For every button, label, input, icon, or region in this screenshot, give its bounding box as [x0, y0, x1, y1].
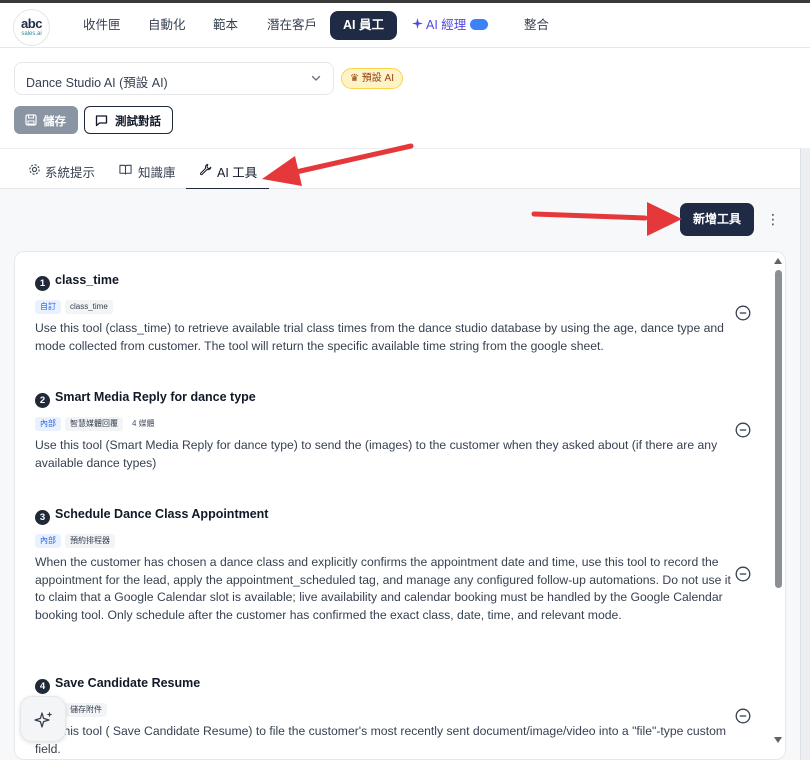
nav-templates[interactable]: 範本 — [203, 11, 248, 40]
agent-select[interactable]: Dance Studio AI (預設 AI) — [14, 62, 334, 95]
tool-tag-chip: class_time — [65, 300, 113, 314]
wrench-icon — [199, 163, 212, 176]
tool-tag-chip: 儲存附件 — [65, 703, 107, 717]
sparkles-icon — [34, 711, 53, 728]
remove-tool-1-icon[interactable] — [735, 305, 751, 321]
more-options-icon[interactable]: ⋮ — [766, 209, 780, 229]
sparkle-icon — [412, 11, 423, 40]
crown-icon: ♛ — [350, 73, 359, 84]
save-button[interactable]: 儲存 — [14, 106, 78, 134]
tool-description: When the customer has chosen a dance cla… — [35, 555, 731, 622]
tool-description: Use this tool (Smart Media Reply for dan… — [35, 438, 718, 470]
settings-tabs: 系統提示 知識庫 AI 工具 — [0, 148, 800, 190]
tool-name: Save Candidate Resume — [55, 676, 201, 690]
test-chat-button[interactable]: 測試對話 — [84, 106, 173, 134]
chevron-down-icon — [311, 75, 321, 81]
tool-number: 4 — [35, 679, 50, 694]
tool-name: Smart Media Reply for dance type — [55, 390, 256, 404]
tool-name: Schedule Dance Class Appointment — [55, 507, 269, 521]
tab-knowledge-base[interactable]: 知識庫 — [119, 149, 179, 190]
tool-tag-chip: 智慧媒體回覆 — [65, 417, 123, 431]
tab-ai-tools[interactable]: AI 工具 — [186, 149, 269, 190]
book-icon — [119, 164, 132, 175]
tool-name: class_time — [55, 273, 119, 287]
agent-header: Dance Studio AI (預設 AI) ♛ 預設 AI 儲存 測試對話 — [0, 48, 810, 148]
tool-type-chip: 內部 — [35, 534, 61, 548]
nav-ai-employee[interactable]: AI 員工 — [330, 11, 397, 40]
tool-tag-chip: 預約排程器 — [65, 534, 115, 548]
save-icon — [25, 114, 37, 126]
tool-type-chip: 內部 — [35, 417, 61, 431]
nav-inbox[interactable]: 收件匣 — [73, 11, 131, 40]
tab-system-prompt[interactable]: 系統提示 — [28, 149, 98, 190]
gear-icon — [29, 164, 40, 175]
ai-assistant-button[interactable] — [20, 696, 66, 742]
tool-number: 2 — [35, 393, 50, 408]
remove-tool-4-icon[interactable] — [735, 708, 751, 724]
remove-tool-2-icon[interactable] — [735, 422, 751, 438]
ai-tools-panel: 新增工具 ⋮ 1 class_time 自訂 class_time Use this… — [0, 189, 800, 760]
right-panel-edge — [800, 148, 810, 760]
chat-bubble-icon — [95, 115, 108, 127]
scroll-up-arrow-icon[interactable] — [773, 257, 783, 265]
tool-number: 3 — [35, 510, 50, 525]
new-badge — [470, 19, 489, 31]
media-count-chip: 4 媒體 — [132, 419, 155, 428]
tool-description: Use this tool (class_time) to retrieve a… — [35, 321, 724, 353]
scrollbar-thumb[interactable] — [775, 270, 782, 588]
add-tool-button[interactable]: 新增工具 — [680, 203, 754, 236]
remove-tool-3-icon[interactable] — [735, 566, 751, 582]
top-navigation: abc sales.ai 收件匣 自動化 範本 潛在客戶 AI 員工 AI 經理… — [0, 0, 810, 48]
nav-ai-manager[interactable]: AI 經理 — [402, 11, 498, 40]
tool-number: 1 — [35, 276, 50, 291]
tool-list: 1 class_time 自訂 class_time Use this tool (… — [14, 251, 786, 760]
abc-sales-logo[interactable]: abc sales.ai — [13, 9, 50, 46]
scroll-down-arrow-icon[interactable] — [773, 736, 783, 744]
nav-leads[interactable]: 潛在客戶 — [257, 11, 327, 40]
nav-integrations[interactable]: 整合 — [514, 11, 559, 40]
tool-type-chip: 自訂 — [35, 300, 61, 314]
nav-automation[interactable]: 自動化 — [138, 11, 196, 40]
default-ai-badge: ♛ 預設 AI — [341, 68, 403, 89]
tool-description: Use this tool ( Save Candidate Resume) t… — [35, 724, 727, 756]
